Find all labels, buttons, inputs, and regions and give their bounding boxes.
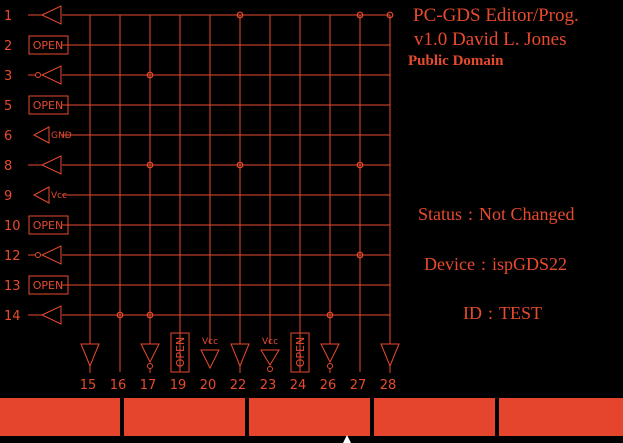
left-inverter-icon xyxy=(40,65,62,85)
device-label: Device xyxy=(424,254,475,274)
left-open-label: OPEN xyxy=(33,219,63,232)
id-separator: : xyxy=(488,303,494,323)
left-pin-number: 3 xyxy=(4,69,12,84)
bottom-power-buffer-icon xyxy=(200,349,220,370)
bottom-power-label: Vcc xyxy=(262,337,278,347)
left-open-label: OPEN xyxy=(33,99,63,112)
left-inverter-icon xyxy=(40,245,62,265)
bottom-inverter-icon xyxy=(140,343,160,364)
left-power-buffer-icon xyxy=(32,126,50,144)
pc-gds-editor-screen: 1 2 OPEN 3 5 OPEN 6 GND 8 9 Vcc 10 OPEN 12 13 OPEN 14 15 1… xyxy=(0,0,623,443)
mouse-pointer-icon xyxy=(343,435,351,443)
left-power-label: Vcc xyxy=(51,191,67,201)
left-buffer-icon xyxy=(40,155,62,175)
bottom-pin-number: 28 xyxy=(380,378,397,393)
bottom-pin-number: 22 xyxy=(230,378,247,393)
left-pin-number: 6 xyxy=(4,129,12,144)
bottom-pin-number: 26 xyxy=(320,378,337,393)
function-key-1[interactable] xyxy=(0,398,120,436)
status-separator: : xyxy=(468,204,474,224)
left-buffer-icon xyxy=(40,5,62,25)
left-open-label: OPEN xyxy=(33,279,63,292)
bottom-inverter-bubble-icon xyxy=(147,363,153,369)
bottom-inverter-bubble-icon xyxy=(267,366,273,372)
status-value: Not Changed xyxy=(479,204,575,224)
bottom-pin-number: 15 xyxy=(80,378,97,393)
bottom-open-label: OPEN xyxy=(174,337,187,367)
bottom-pin-number: 24 xyxy=(290,378,307,393)
left-pin-number: 1 xyxy=(4,9,12,24)
left-pin-number: 2 xyxy=(4,39,12,54)
bottom-open-label: OPEN xyxy=(294,337,307,367)
bottom-pin-number: 16 xyxy=(110,378,127,393)
status-row: Status: Not Changed xyxy=(418,205,575,223)
function-key-4[interactable] xyxy=(374,398,495,436)
bottom-buffer-icon xyxy=(80,343,100,368)
license-text: Public Domain xyxy=(408,53,504,69)
bottom-buffer-icon xyxy=(380,343,400,368)
app-title: PC-GDS Editor/Prog. xyxy=(413,5,579,26)
left-pin-number: 13 xyxy=(4,279,21,294)
bottom-power-inverter-icon xyxy=(260,349,280,366)
bottom-buffer-icon xyxy=(230,343,250,368)
id-row: ID: TEST xyxy=(463,304,542,322)
left-inverter-bubble-icon xyxy=(35,252,41,258)
left-power-buffer-icon xyxy=(32,186,50,204)
status-label: Status xyxy=(418,204,463,224)
function-key-bar xyxy=(0,398,623,436)
left-pin-number: 14 xyxy=(4,309,21,324)
left-pin-number: 12 xyxy=(4,249,21,264)
device-value: ispGDS22 xyxy=(491,254,567,274)
device-row: Device: ispGDS22 xyxy=(424,255,567,273)
bottom-pin-number: 19 xyxy=(170,378,187,393)
id-value: TEST xyxy=(499,303,543,323)
left-power-label: GND xyxy=(51,131,72,141)
function-key-5[interactable] xyxy=(499,398,623,436)
bottom-pin-number: 17 xyxy=(140,378,157,393)
bottom-pin-number: 27 xyxy=(350,378,367,393)
bottom-pin-number: 20 xyxy=(200,378,217,393)
id-label: ID xyxy=(463,303,482,323)
device-separator: : xyxy=(480,254,486,274)
left-inverter-bubble-icon xyxy=(35,72,41,78)
bottom-power-label: Vcc xyxy=(202,337,218,347)
bottom-pin-number: 23 xyxy=(260,378,277,393)
left-buffer-icon xyxy=(40,305,62,325)
left-pin-number: 9 xyxy=(4,189,12,204)
function-key-3[interactable] xyxy=(249,398,370,436)
left-pin-number: 8 xyxy=(4,159,12,174)
app-version-author: v1.0 David L. Jones xyxy=(414,29,567,50)
bottom-inverter-bubble-icon xyxy=(327,363,333,369)
left-pin-number: 10 xyxy=(4,219,21,234)
left-open-label: OPEN xyxy=(33,39,63,52)
function-key-2[interactable] xyxy=(124,398,245,436)
bottom-inverter-icon xyxy=(320,343,340,364)
left-pin-number: 5 xyxy=(4,99,12,114)
